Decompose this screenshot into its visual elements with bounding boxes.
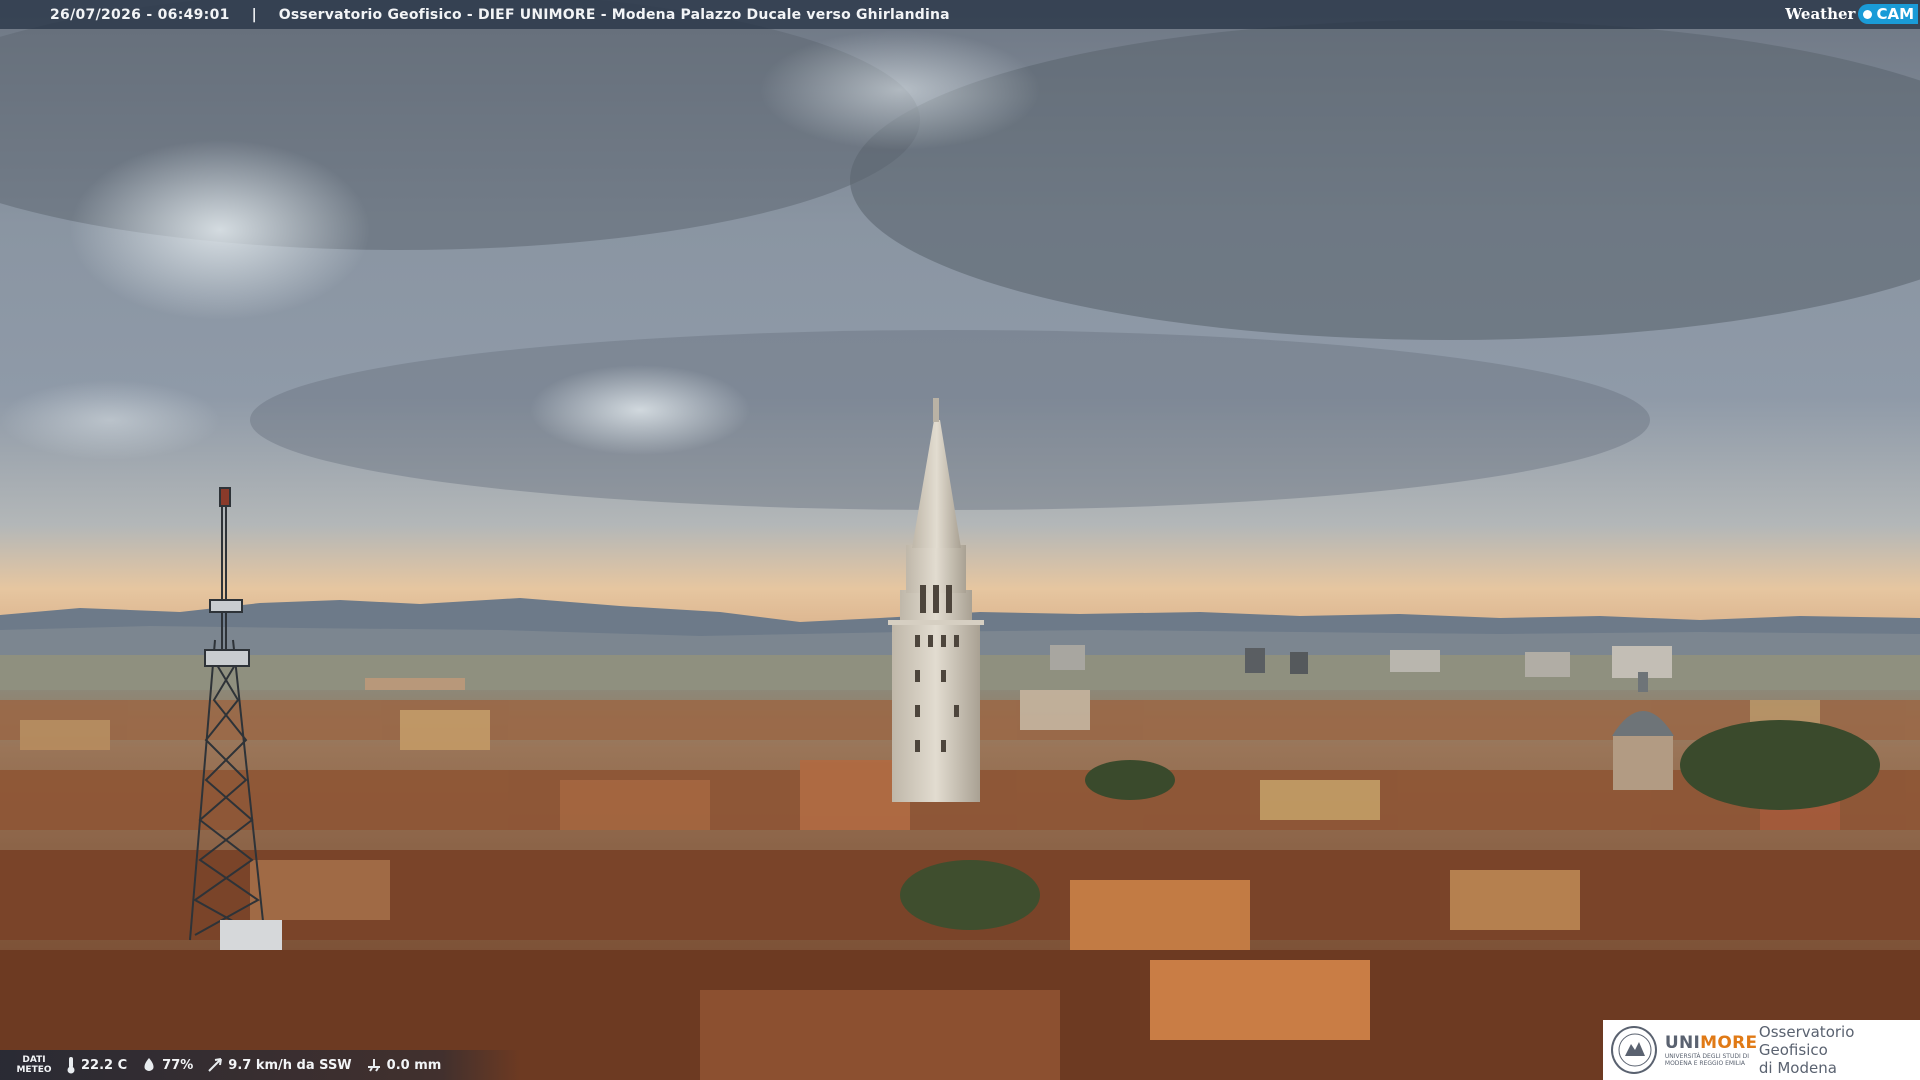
distant-building (1390, 650, 1440, 672)
thermometer-icon (67, 1057, 75, 1074)
distant-building (1050, 645, 1085, 670)
wind-reading: 9.7 km/h da SSW (207, 1057, 352, 1073)
observatory-name: Osservatorio Geofisico di Modena (1759, 1023, 1920, 1077)
weathercam-logo: Weather CAM (1782, 2, 1918, 26)
unimore-logo-box: UNIMORE UNIVERSITÀ DEGLI STUDI DI MODENA… (1603, 1020, 1920, 1080)
meteo-label-line1: DATI (22, 1055, 46, 1065)
brand-weather: Weather (1785, 5, 1856, 23)
trees (900, 860, 1040, 930)
humidity-value: 77% (162, 1057, 194, 1073)
camera-title: Osservatorio Geofisico - DIEF UNIMORE - … (278, 6, 950, 23)
cloud-light-1 (70, 140, 370, 320)
observatory-line2: di Modena (1758, 1059, 1837, 1077)
timestamp: 26/07/2026 - 06:49:01 (50, 6, 230, 23)
temperature-value: 22.2 C (81, 1057, 128, 1073)
rain-value: 0.0 mm (386, 1057, 442, 1073)
wind-direction-icon (208, 1058, 223, 1072)
cloud-light-3 (760, 30, 1040, 150)
brand-cam: CAM (1858, 4, 1918, 24)
distant-building (1245, 648, 1265, 673)
trees-right (1680, 720, 1880, 810)
meteo-label: DATI METEO (16, 1055, 52, 1075)
observatory-line1: Osservatorio Geofisico (1758, 1023, 1855, 1059)
separator: | (251, 6, 257, 23)
camera-overlay-bar: 26/07/2026 - 06:49:01 | Osservatorio Geo… (0, 0, 1920, 29)
uni-subtitle-1: UNIVERSITÀ DEGLI STUDI DI (1664, 1053, 1750, 1060)
uni-subtitle-2: MODENA E REGGIO EMILIA (1664, 1060, 1746, 1067)
trees-left (1085, 760, 1175, 800)
distant-building (1290, 652, 1308, 674)
meteo-label-line2: METEO (16, 1065, 52, 1075)
cloud-light-4 (0, 380, 220, 460)
university-seal-icon (1611, 1026, 1657, 1074)
humidity-drop-icon (144, 1058, 154, 1071)
humidity-reading: 77% (141, 1057, 193, 1073)
weather-data-strip: DATI METEO 22.2 C 77% 9.7 km/h da SSW 0.… (0, 1050, 520, 1080)
wind-value: 9.7 km/h da SSW (228, 1057, 352, 1073)
rain-reading: 0.0 mm (366, 1057, 442, 1073)
temperature-reading: 22.2 C (66, 1056, 127, 1074)
uni-prefix: UNI (1664, 1033, 1701, 1053)
cloud-light-2 (530, 365, 750, 455)
unimore-wordmark: UNIMORE UNIVERSITÀ DEGLI STUDI DI MODENA… (1664, 1033, 1757, 1067)
rain-gauge-icon (367, 1059, 380, 1072)
webcam-scene (0, 0, 1920, 1080)
uni-suffix: MORE (1700, 1033, 1758, 1053)
distant-building (1525, 652, 1570, 677)
rooftop-units (220, 920, 282, 950)
